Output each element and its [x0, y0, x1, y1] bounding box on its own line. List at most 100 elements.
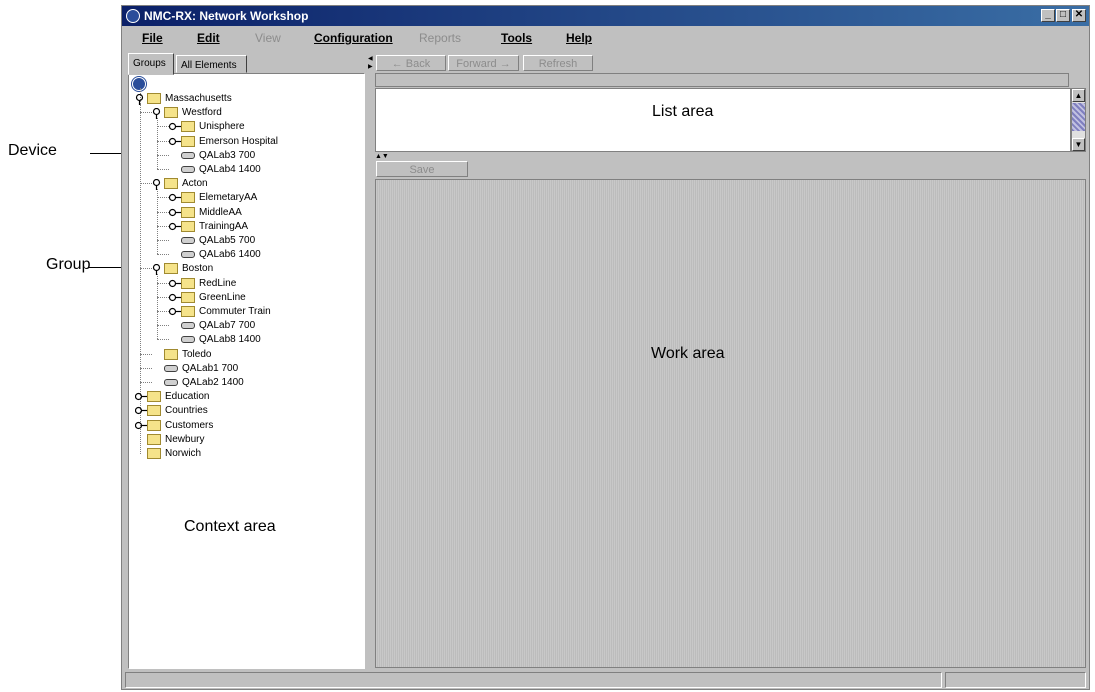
- expand-right-arrow[interactable]: ▶: [368, 63, 373, 70]
- scroll-thumb[interactable]: [1072, 103, 1085, 131]
- device-icon: [181, 237, 195, 244]
- tree-node[interactable]: Acton: [152, 177, 359, 191]
- collapsed-icon[interactable]: [168, 307, 181, 316]
- menu-edit[interactable]: Edit: [197, 28, 220, 48]
- list-area: List area: [375, 88, 1071, 152]
- scroll-up-button[interactable]: ▲: [1072, 89, 1085, 102]
- folder-icon: [181, 135, 195, 147]
- tree-node[interactable]: Education: [134, 390, 359, 403]
- tree-node-label: QALab7 700: [199, 320, 256, 332]
- save-button[interactable]: Save: [376, 161, 468, 177]
- tree-node[interactable]: Unisphere: [168, 120, 359, 133]
- menu-help[interactable]: Help: [566, 28, 592, 48]
- tree-node-label: ElemetaryAA: [199, 192, 258, 204]
- folder-icon: [147, 391, 161, 403]
- forward-button[interactable]: Forward →: [448, 55, 519, 71]
- tree-node[interactable]: QALab5 700: [169, 234, 359, 247]
- collapsed-icon[interactable]: [134, 421, 147, 430]
- menu-tools[interactable]: Tools: [501, 28, 532, 48]
- tree-node-label: QALab3 700: [199, 149, 256, 161]
- collapsed-icon[interactable]: [134, 392, 147, 401]
- list-scrollbar[interactable]: ▲ ▼: [1071, 88, 1086, 152]
- tree-node-label: RedLine: [199, 277, 237, 289]
- tree-node[interactable]: Massachusetts: [135, 92, 359, 105]
- scroll-down-button[interactable]: ▼: [1072, 138, 1085, 151]
- tree-node[interactable]: QALab6 1400: [169, 248, 359, 261]
- tree-node[interactable]: TrainingAA: [168, 220, 359, 233]
- tree-node[interactable]: Countries: [134, 404, 359, 417]
- tree-connector: [157, 118, 158, 169]
- tree-node-label: QALab6 1400: [199, 249, 261, 261]
- collapsed-icon[interactable]: [168, 193, 181, 202]
- tab-groups[interactable]: Groups: [128, 53, 174, 75]
- collapsed-icon[interactable]: [168, 208, 181, 217]
- expanded-icon[interactable]: [135, 93, 144, 105]
- tree-node[interactable]: RedLine: [168, 277, 359, 290]
- folder-icon: [147, 419, 161, 431]
- tree-node[interactable]: Emerson Hospital: [168, 135, 359, 148]
- tree-node[interactable]: QALab1 700: [152, 362, 359, 375]
- work-area-label: Work area: [651, 345, 725, 362]
- tree-node[interactable]: Westford: [152, 106, 359, 120]
- maximize-button[interactable]: □: [1056, 9, 1070, 22]
- tree-connector: [157, 282, 169, 284]
- expanded-icon[interactable]: [152, 264, 161, 276]
- splitter-arrows[interactable]: ▲▼: [375, 153, 389, 160]
- tree-node[interactable]: Boston: [152, 262, 359, 276]
- tree-node[interactable]: QALab2 1400: [152, 376, 359, 389]
- tree-connector: [140, 382, 152, 383]
- tree-connector: [157, 254, 169, 256]
- folder-icon: [164, 263, 178, 275]
- menu-configuration[interactable]: Configuration: [314, 28, 393, 48]
- collapsed-icon[interactable]: [168, 279, 181, 288]
- tree-node[interactable]: ElemetaryAA: [168, 191, 359, 204]
- collapsed-icon[interactable]: [168, 137, 181, 146]
- tree-connector: [157, 240, 169, 241]
- tree-node[interactable]: QALab3 700: [169, 149, 359, 162]
- tree-node-label: Customers: [165, 419, 214, 431]
- tree-node-label: MiddleAA: [199, 206, 242, 218]
- status-bar: [125, 672, 1086, 688]
- minimize-button[interactable]: _: [1041, 9, 1055, 22]
- tree-node[interactable]: Newbury: [135, 433, 359, 446]
- folder-icon: [181, 220, 195, 232]
- refresh-button[interactable]: Refresh: [523, 55, 593, 71]
- network-root-icon[interactable]: [131, 76, 147, 92]
- device-icon: [181, 151, 195, 159]
- folder-icon: [181, 192, 195, 204]
- app-icon: [126, 9, 140, 23]
- tree-node[interactable]: MiddleAA: [168, 206, 359, 219]
- tree-connector: [157, 169, 169, 170]
- tree-node[interactable]: Toledo: [152, 348, 359, 361]
- menu-reports[interactable]: Reports: [419, 28, 461, 48]
- tree-node[interactable]: QALab4 1400: [169, 163, 359, 176]
- tree-node[interactable]: Customers: [134, 419, 359, 432]
- folder-icon: [147, 93, 161, 104]
- expanded-icon[interactable]: [152, 179, 161, 191]
- tab-all-elements[interactable]: All Elements: [176, 55, 247, 73]
- collapsed-icon[interactable]: [168, 122, 181, 131]
- tree-node[interactable]: QALab7 700: [169, 319, 359, 332]
- callout-group: Group: [46, 256, 91, 273]
- title-bar[interactable]: NMC-RX: Network Workshop _ □ ✕: [122, 6, 1089, 26]
- expanded-icon[interactable]: [152, 108, 161, 120]
- menu-bar: File Edit View Configuration Reports Too…: [122, 28, 1089, 48]
- menu-file[interactable]: File: [142, 28, 163, 48]
- tree-node-label: QALab5 700: [199, 235, 256, 246]
- collapse-left-arrow[interactable]: ◀: [368, 55, 373, 62]
- folder-icon: [181, 291, 195, 303]
- tree-node[interactable]: QALab8 1400: [169, 333, 359, 346]
- close-button[interactable]: ✕: [1072, 9, 1086, 22]
- back-button[interactable]: ← Back: [376, 55, 446, 71]
- collapsed-icon[interactable]: [168, 222, 181, 231]
- menu-view[interactable]: View: [255, 28, 281, 48]
- collapsed-icon[interactable]: [134, 406, 147, 415]
- tree-node[interactable]: GreenLine: [168, 291, 359, 304]
- tree-node[interactable]: Commuter Train: [168, 305, 359, 318]
- collapsed-icon[interactable]: [168, 293, 181, 302]
- tree-connector: [157, 189, 158, 255]
- tree-node-label: Countries: [165, 405, 208, 417]
- device-icon: [181, 166, 195, 173]
- device-icon: [164, 364, 178, 372]
- tree-node[interactable]: Norwich: [135, 447, 359, 460]
